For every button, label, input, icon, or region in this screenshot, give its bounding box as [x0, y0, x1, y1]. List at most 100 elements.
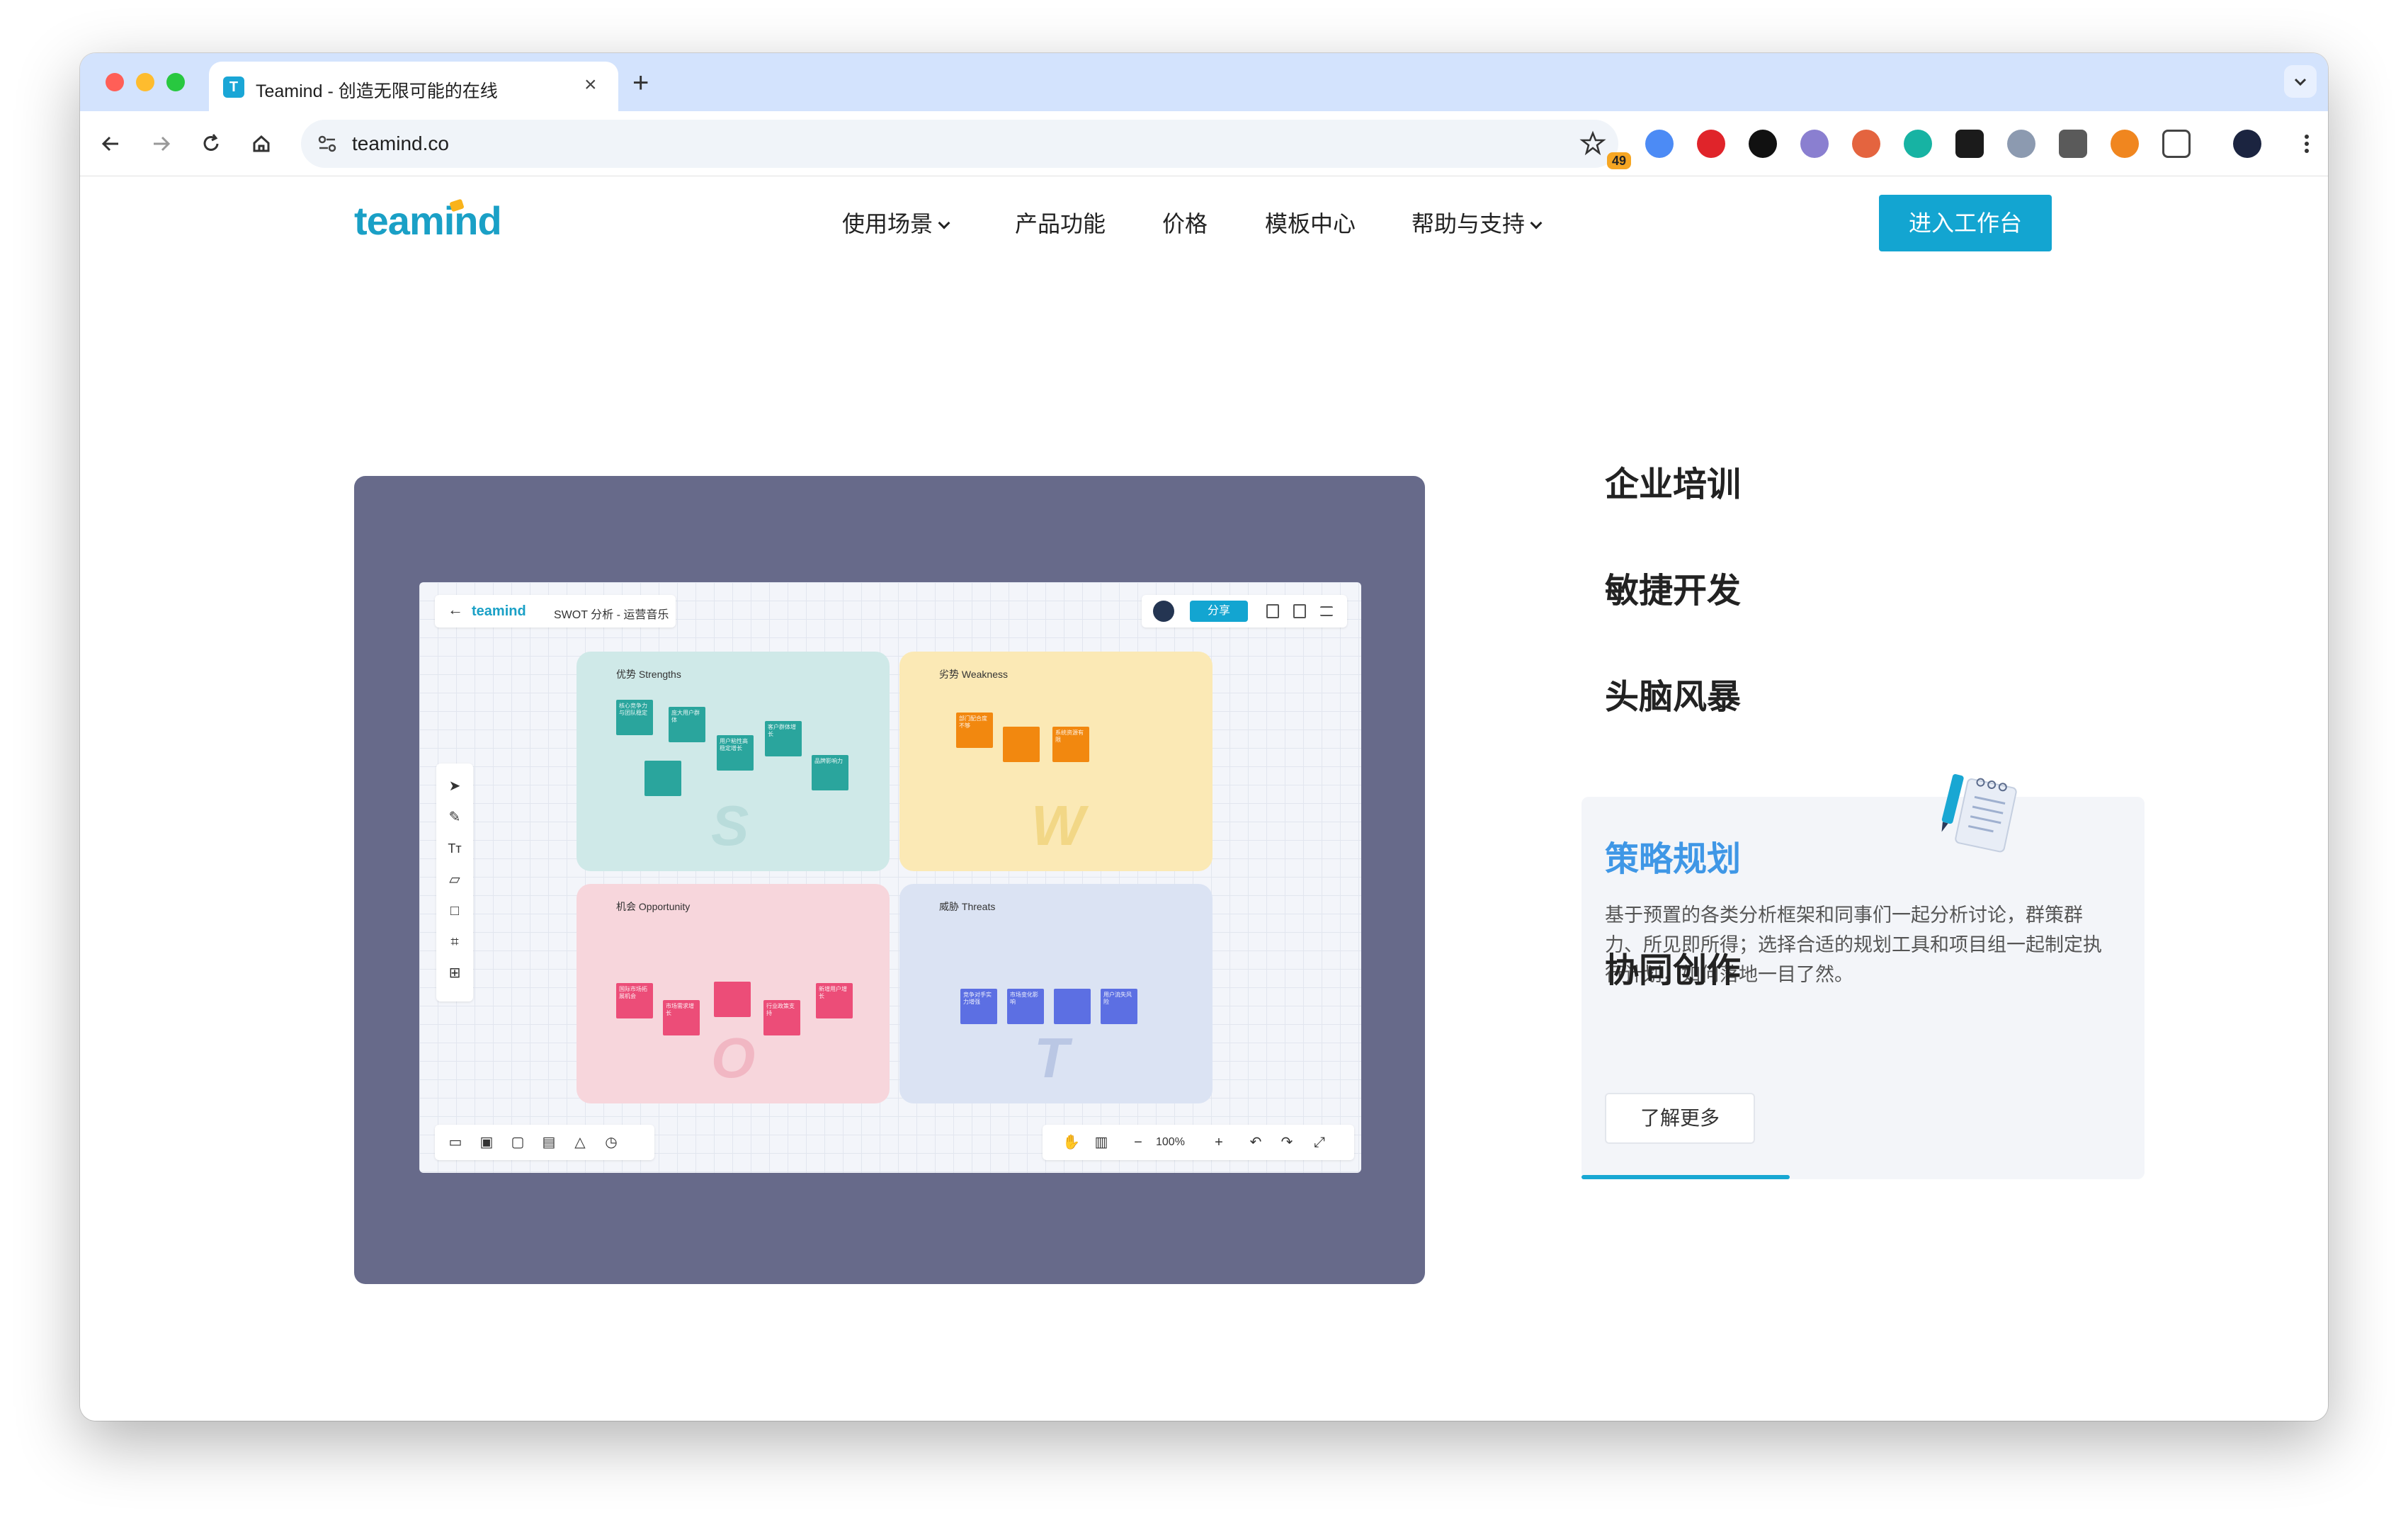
- sticky-note: 行业政策支持: [763, 1000, 800, 1035]
- extension-safari-icon[interactable]: [1645, 130, 1674, 158]
- chevron-down-icon: [938, 217, 950, 229]
- teamind-logo[interactable]: teamind: [354, 198, 502, 244]
- home-icon[interactable]: [246, 128, 277, 159]
- list-icon: [1293, 604, 1306, 618]
- scenario-agile[interactable]: 敏捷开发: [1605, 562, 1741, 612]
- extensions-puzzle-icon[interactable]: [2162, 130, 2191, 158]
- quadrant-letter: W: [1031, 794, 1085, 857]
- vote-icon: △: [574, 1135, 586, 1150]
- shape-icon: □: [450, 903, 460, 919]
- sticky-note: 竞争对手实力增强: [960, 989, 997, 1024]
- browser-window: T Teamind - 创造无限可能的在线 × + teamind.co 49: [80, 53, 2328, 1421]
- sticky-note: 系统资源有限: [1052, 727, 1089, 762]
- extension-z-icon[interactable]: [2059, 130, 2087, 158]
- page-icon: [1266, 604, 1279, 618]
- bookmark-star-icon[interactable]: [1579, 129, 1607, 157]
- nav-item-features[interactable]: 产品功能: [1015, 206, 1106, 239]
- minimize-window-button[interactable]: [136, 73, 154, 91]
- extension-cat-icon[interactable]: [1800, 130, 1829, 158]
- extension-badge: 49: [1607, 152, 1631, 169]
- learn-more-button[interactable]: 了解更多: [1605, 1093, 1755, 1144]
- map-icon: ▥: [1094, 1135, 1108, 1150]
- scenario-training[interactable]: 企业培训: [1605, 456, 1741, 506]
- quadrant-label: 机会 Opportunity: [616, 901, 691, 912]
- sticky-note-icon: ▱: [449, 872, 460, 887]
- mini-toolbar: ➤ ✎ Tт ▱ □ ⌗ ⊞: [436, 764, 473, 1001]
- extension-rewind-icon[interactable]: [1955, 130, 1984, 158]
- nav-label: 产品功能: [1015, 211, 1106, 237]
- present-icon: ▣: [479, 1135, 494, 1150]
- close-window-button[interactable]: [106, 73, 124, 91]
- avatar: [1153, 601, 1174, 622]
- redo-icon: ↷: [1280, 1135, 1293, 1150]
- scenario-collaboration[interactable]: 协同创作: [1605, 942, 1741, 992]
- tab-bar: T Teamind - 创造无限可能的在线 × +: [80, 53, 2328, 111]
- screen-icon: ▢: [511, 1135, 525, 1150]
- address-bar[interactable]: teamind.co: [301, 120, 1618, 168]
- notebook-pen-icon: [1941, 773, 2017, 853]
- profile-avatar[interactable]: [2233, 130, 2261, 158]
- quadrant-letter: O: [711, 1026, 756, 1089]
- scenario-progress-bar: [1581, 1175, 1790, 1179]
- sticky-note: [644, 761, 681, 796]
- undo-icon: ↶: [1249, 1135, 1262, 1150]
- sticky-note: 庞大用户群体: [669, 707, 705, 742]
- nav-label: 价格: [1162, 211, 1208, 237]
- sticky-note: 客户群体增长: [765, 721, 802, 756]
- reload-icon[interactable]: [195, 128, 227, 159]
- feature-preview-panel: ← teamind SWOT 分析 - 运营音乐 分享 ➤ ✎ Tт ▱ □ ⌗…: [354, 476, 1425, 1284]
- insert-icon: ⊞: [448, 965, 461, 981]
- sticky-note: 市场变化影响: [1007, 989, 1044, 1024]
- site-settings-icon[interactable]: [314, 130, 341, 157]
- teamind-favicon-icon: T: [223, 76, 244, 98]
- active-scenario-title[interactable]: 策略规划: [1605, 831, 1741, 880]
- forward-arrow-icon[interactable]: [145, 128, 176, 159]
- extension-m-icon[interactable]: [1904, 130, 1932, 158]
- scenario-brainstorm[interactable]: 头脑风暴: [1605, 669, 1741, 718]
- nav-item-usage-scenarios[interactable]: 使用场景: [842, 206, 950, 239]
- sticky-note: 市场需求增长: [663, 1000, 700, 1035]
- mini-logo: teamind: [472, 603, 526, 619]
- new-tab-icon[interactable]: +: [632, 69, 649, 97]
- zoom-out-icon: −: [1134, 1135, 1142, 1150]
- browser-tab[interactable]: T Teamind - 创造无限可能的在线 ×: [209, 62, 618, 111]
- close-tab-icon[interactable]: ×: [584, 74, 597, 96]
- extension-metamask-icon[interactable]: [2111, 130, 2139, 158]
- sticky-note: 新增用户增长: [816, 983, 853, 1018]
- extension-github-icon[interactable]: [1749, 130, 1777, 158]
- zoom-window-button[interactable]: [166, 73, 185, 91]
- web-page: teamind 使用场景 产品功能 价格 模板中心 帮助与支持 进入工作台 ← …: [80, 176, 2328, 1421]
- sticky-note: 部门配合度不够: [956, 713, 993, 748]
- nav-item-help[interactable]: 帮助与支持: [1412, 206, 1543, 239]
- nav-label: 帮助与支持: [1412, 211, 1526, 237]
- extension-vue-icon[interactable]: [2007, 130, 2035, 158]
- hand-icon: ✋: [1062, 1135, 1080, 1150]
- cursor-icon: ➤: [448, 778, 461, 794]
- more-menu-icon[interactable]: [2291, 128, 2322, 159]
- timer-icon: ◷: [605, 1135, 618, 1150]
- extension-mountain-icon[interactable]: [1852, 130, 1880, 158]
- whiteboard-screenshot: ← teamind SWOT 分析 - 运营音乐 分享 ➤ ✎ Tт ▱ □ ⌗…: [419, 582, 1361, 1173]
- mini-bottom-left-toolbar: ▭ ▣ ▢ ▤ △ ◷: [435, 1125, 654, 1160]
- mini-bottom-right-toolbar: ✋ ▥ − 100% + ↶ ↷ ⤢: [1043, 1125, 1354, 1160]
- quadrant-label: 威胁 Threats: [939, 901, 996, 912]
- settings-icon: [1320, 606, 1333, 616]
- nav-item-templates[interactable]: 模板中心: [1265, 206, 1356, 239]
- quadrant-label: 劣势 Weakness: [939, 669, 1008, 680]
- nav-label: 使用场景: [842, 211, 933, 237]
- mini-header-actions: 分享: [1142, 595, 1347, 628]
- sticky-note: 用户流失风险: [1101, 989, 1137, 1024]
- tab-search-button[interactable]: [2284, 65, 2317, 98]
- enter-workspace-button[interactable]: 进入工作台: [1879, 195, 2052, 251]
- chevron-down-icon: [2294, 78, 2307, 86]
- back-arrow-icon[interactable]: [96, 128, 127, 159]
- quadrant-letter: S: [711, 794, 749, 857]
- frame-icon: ⌗: [450, 934, 459, 950]
- sticky-note: 核心竞争力与团队稳定: [616, 700, 653, 735]
- sticky-note: 品牌影响力: [812, 755, 848, 790]
- extension-opera-icon[interactable]: [1697, 130, 1725, 158]
- mini-header: ← teamind SWOT 分析 - 运营音乐: [435, 595, 676, 628]
- text-icon: Tт: [448, 841, 462, 856]
- nav-item-pricing[interactable]: 价格: [1162, 206, 1208, 239]
- sticky-note: [1003, 727, 1040, 762]
